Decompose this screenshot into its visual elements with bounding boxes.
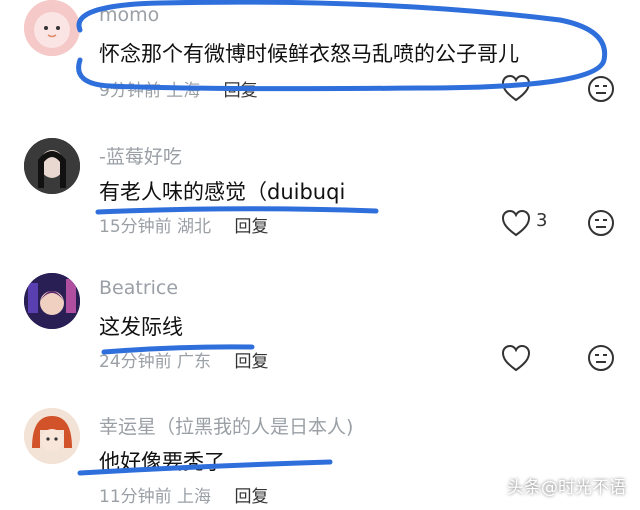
comment-item: -蓝莓好吃 有老人味的感觉（duibuqi 15分钟前 湖北 回复 3 [0, 138, 640, 248]
comment-text: 他好像要秃了 [99, 450, 225, 474]
avatar[interactable] [24, 408, 80, 464]
watermark: 头条@时光不语 [507, 478, 626, 498]
comment-location: 上海 [166, 81, 201, 101]
comment-item: momo 怀念那个有微博时候鲜衣怒马乱喷的公子哥儿 9分钟前 上海 回复 [0, 0, 640, 110]
comment-item: Beatrice 这发际线 24分钟前 广东 回复 [0, 273, 640, 383]
comment-username[interactable]: 幸运星（拉黑我的人是日本人) [99, 412, 353, 439]
comment-meta: 15分钟前 湖北 回复 [99, 212, 268, 237]
comment-location: 上海 [177, 487, 212, 507]
comment-text: 这发际线 [99, 315, 183, 339]
comment-time: 9分钟前 [99, 81, 161, 101]
reply-button[interactable]: 回复 [234, 487, 268, 507]
emoji-icon[interactable] [586, 343, 616, 373]
avatar-anime-icon [24, 408, 80, 464]
heart-icon[interactable] [500, 343, 532, 373]
comment-meta: 24分钟前 广东 回复 [99, 347, 268, 372]
comment-username[interactable]: -蓝莓好吃 [99, 142, 182, 169]
comment-time: 24分钟前 [99, 352, 172, 372]
comment-time: 15分钟前 [99, 217, 172, 237]
reply-button[interactable]: 回复 [234, 217, 268, 237]
comment-location: 湖北 [177, 217, 212, 237]
emoji-icon[interactable] [586, 208, 616, 238]
avatar-anime-icon [24, 273, 80, 329]
reply-button[interactable]: 回复 [224, 81, 258, 101]
reply-button[interactable]: 回复 [234, 352, 268, 372]
avatar[interactable] [24, 138, 80, 194]
like-count: 3 [536, 210, 548, 231]
heart-icon[interactable] [500, 208, 532, 238]
avatar-cartoon-icon [24, 0, 80, 56]
comment-username[interactable]: momo [99, 4, 159, 26]
comment-username[interactable]: Beatrice [99, 277, 178, 299]
comment-text: 有老人味的感觉（duibuqi [99, 180, 346, 204]
heart-icon[interactable] [500, 73, 532, 103]
avatar[interactable] [24, 0, 80, 56]
avatar[interactable] [24, 273, 80, 329]
avatar-photo-icon [24, 138, 80, 194]
comment-text: 怀念那个有微博时候鲜衣怒马乱喷的公子哥儿 [99, 42, 519, 66]
comment-location: 广东 [177, 352, 212, 372]
emoji-icon[interactable] [586, 74, 616, 104]
comment-meta: 9分钟前 上海 回复 [99, 76, 258, 101]
comment-meta: 11分钟前 上海 回复 [99, 482, 268, 507]
comment-time: 11分钟前 [99, 487, 172, 507]
